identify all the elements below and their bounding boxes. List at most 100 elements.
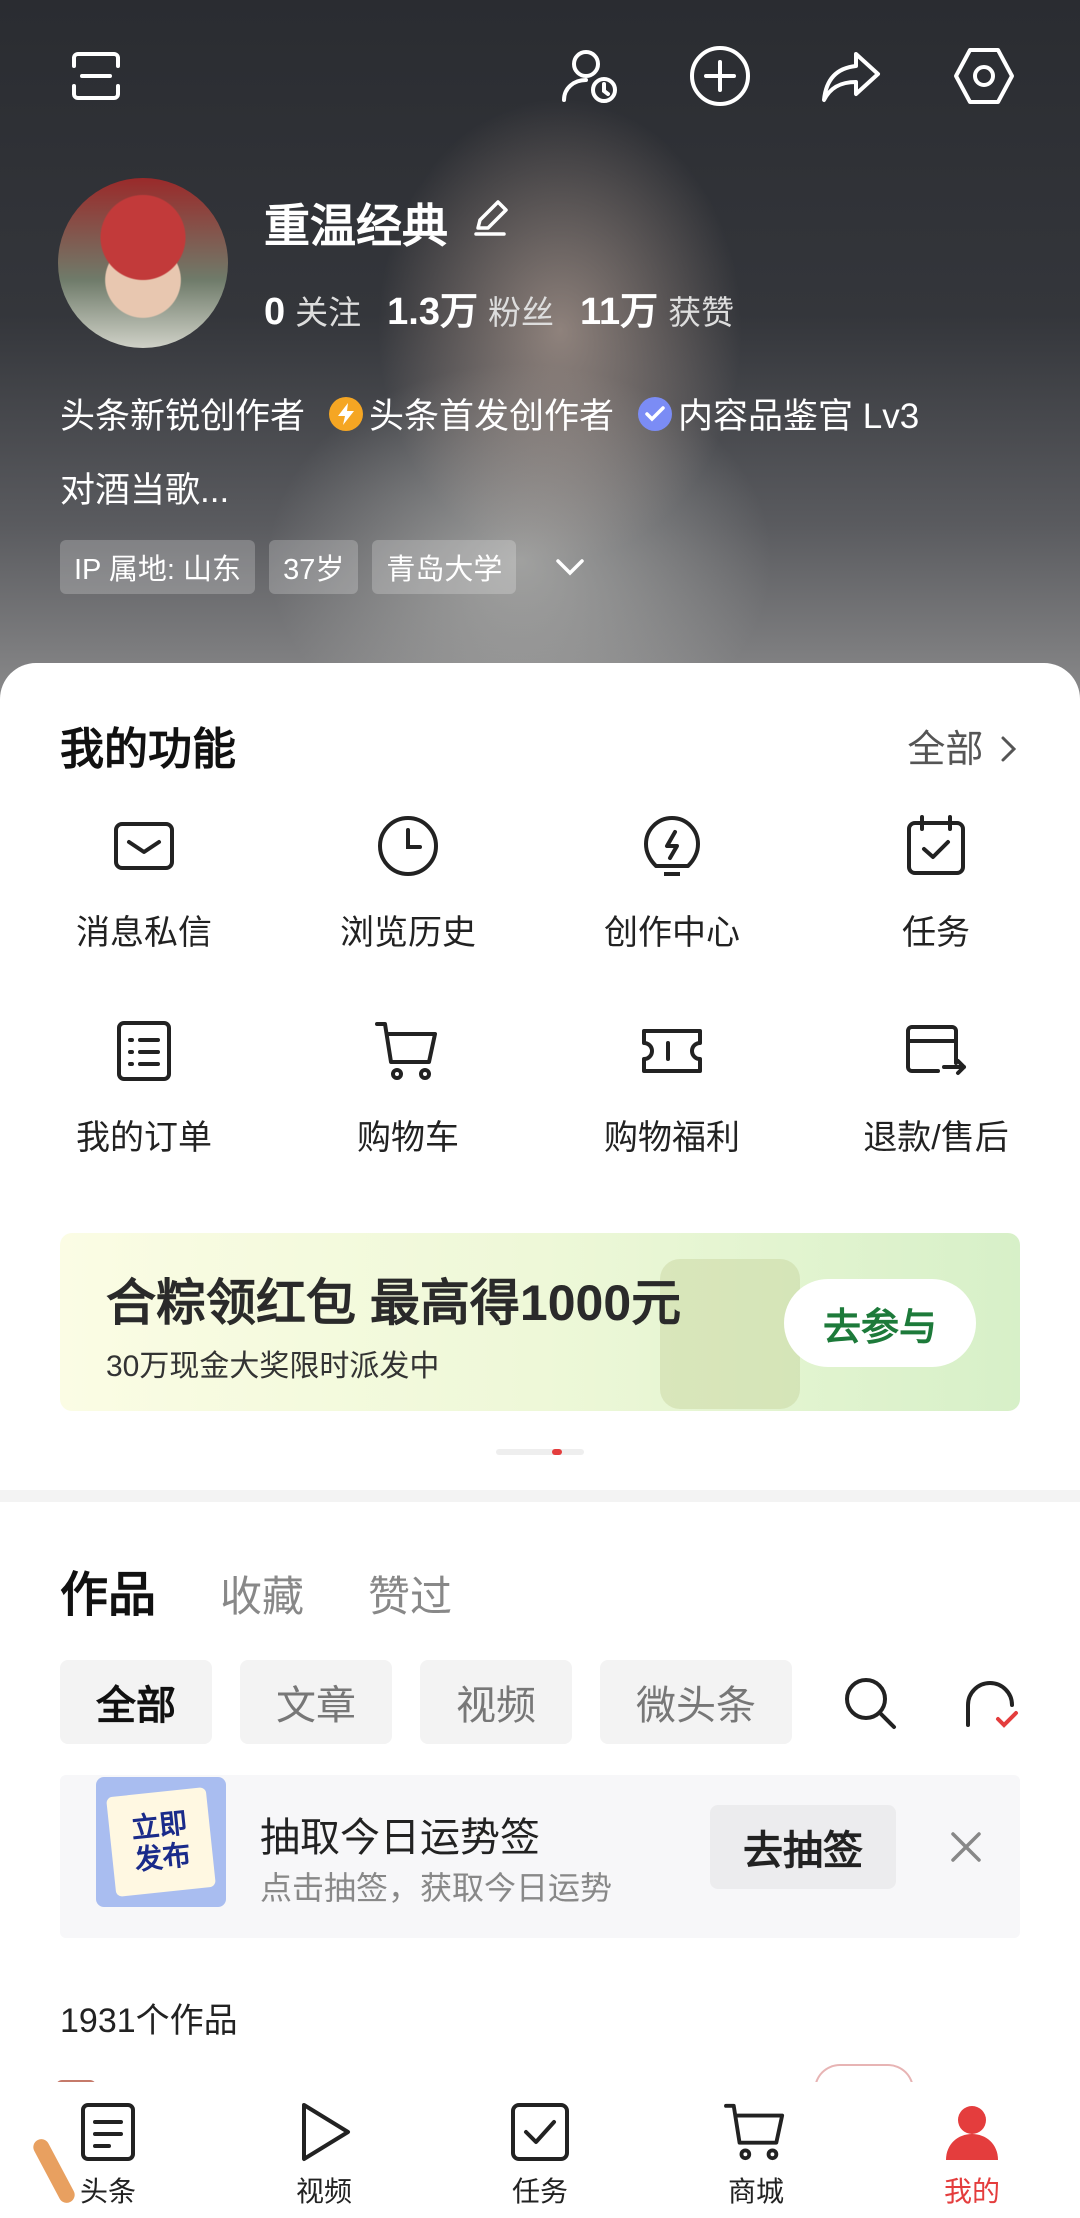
visitor-history-icon[interactable] xyxy=(554,40,626,112)
nav-label: 任务 xyxy=(511,2176,568,2207)
avatar[interactable] xyxy=(58,178,228,348)
share-icon[interactable] xyxy=(816,40,888,112)
section-divider xyxy=(0,1490,1080,1502)
function-label: 创作中心 xyxy=(604,914,740,952)
fans-label: 粉丝 xyxy=(487,294,554,331)
function-label: 购物福利 xyxy=(604,1119,740,1157)
join-button[interactable]: 去参与 xyxy=(784,1279,976,1367)
profile-stats: 0 关注 1.3万 粉丝 11万 获赞 xyxy=(264,280,760,335)
promo-subtitle: 点击抽签，获取今日运势 xyxy=(260,1870,613,1906)
creator-badges: 头条新锐创作者 头条首发创作者 内容品鉴官 Lv3 xyxy=(60,388,919,439)
likes-count[interactable]: 11万 xyxy=(580,280,658,335)
order-list-icon xyxy=(111,1018,177,1084)
works-count: 1931个作品 xyxy=(60,2002,238,2040)
function-label: 消息私信 xyxy=(76,914,212,952)
badge-new-creator[interactable]: 头条新锐创作者 xyxy=(60,388,305,439)
username: 重温经典 xyxy=(264,200,448,252)
following-label: 关注 xyxy=(295,294,362,331)
nav-tasks[interactable]: 任务 xyxy=(432,2100,648,2210)
content-filters: 全部 文章 视频 微头条 xyxy=(60,1660,792,1744)
nav-label: 视频 xyxy=(295,2176,352,2207)
bottom-nav: 头条 视频 任务 商城 我的 xyxy=(0,2082,1080,2218)
add-icon[interactable] xyxy=(684,40,756,112)
function-label: 我的订单 xyxy=(76,1119,212,1157)
badge-content-reviewer[interactable]: 内容品鉴官 Lv3 xyxy=(678,388,919,439)
refund-card-icon xyxy=(903,1018,969,1084)
tag-school: 青岛大学 xyxy=(372,540,517,594)
nav-mall[interactable]: 商城 xyxy=(648,2100,864,2210)
task-check-icon xyxy=(508,2100,572,2164)
nav-video[interactable]: 视频 xyxy=(216,2100,432,2210)
filter-articles[interactable]: 文章 xyxy=(240,1660,392,1744)
functions-all-link[interactable]: 全部 xyxy=(907,718,1020,773)
function-shopping-welfare[interactable]: 购物福利 xyxy=(540,1018,804,1159)
following-count[interactable]: 0 xyxy=(264,291,285,334)
functions-title: 我的功能 xyxy=(60,725,236,774)
nav-label: 头条 xyxy=(79,2176,136,2207)
function-cart[interactable]: 购物车 xyxy=(276,1018,540,1159)
play-icon xyxy=(292,2100,356,2164)
mail-icon xyxy=(111,813,177,879)
person-icon xyxy=(940,2100,1004,2164)
draw-lot-button[interactable]: 去抽签 xyxy=(710,1805,896,1889)
banner-title: 合粽领红包 最高得1000元 xyxy=(106,1275,682,1331)
nav-headlines[interactable]: 头条 xyxy=(0,2100,216,2210)
headphones-icon[interactable] xyxy=(955,1668,1025,1738)
filter-all[interactable]: 全部 xyxy=(60,1660,212,1744)
carousel-indicator xyxy=(496,1449,584,1455)
nav-label: 商城 xyxy=(727,2176,784,2207)
badge-first-creator[interactable]: 头条首发创作者 xyxy=(369,388,614,439)
calendar-check-icon xyxy=(903,813,969,879)
nav-me[interactable]: 我的 xyxy=(864,2100,1080,2210)
search-icon[interactable] xyxy=(835,1668,905,1738)
function-creator-center[interactable]: 创作中心 xyxy=(540,813,804,954)
top-bar xyxy=(0,40,1080,112)
content-tabs: 作品 收藏 赞过 xyxy=(60,1555,452,1625)
function-orders[interactable]: 我的订单 xyxy=(12,1018,276,1159)
function-refund[interactable]: 退款/售后 xyxy=(804,1018,1068,1159)
my-functions-card: 我的功能 全部 消息私信 浏览历史 创作中心 任务 我的订单 购物车 购物福利 … xyxy=(0,663,1080,1493)
chevron-down-icon[interactable] xyxy=(554,557,586,577)
function-tasks[interactable]: 任务 xyxy=(804,813,1068,954)
tab-liked[interactable]: 赞过 xyxy=(368,1563,452,1624)
likes-label: 获赞 xyxy=(668,294,735,331)
cart-icon xyxy=(724,2100,788,2164)
publish-now-image: 立即 发布 xyxy=(96,1777,226,1907)
edit-icon[interactable] xyxy=(470,198,510,243)
banner-subtitle: 30万现金大奖限时派发中 xyxy=(106,1350,440,1383)
clock-icon xyxy=(375,813,441,879)
function-label: 退款/售后 xyxy=(863,1119,1009,1157)
profile-tags: IP 属地: 山东 37岁 青岛大学 xyxy=(60,540,586,594)
fortune-promo: 立即 发布 抽取今日运势签 点击抽签，获取今日运势 去抽签 xyxy=(60,1775,1020,1938)
promo-image-text: 发布 xyxy=(133,1839,193,1876)
coupon-icon xyxy=(639,1018,705,1084)
news-icon xyxy=(76,2100,140,2164)
filter-videos[interactable]: 视频 xyxy=(420,1660,572,1744)
tag-age: 37岁 xyxy=(269,540,359,594)
verified-badge-icon xyxy=(638,396,673,431)
tab-works[interactable]: 作品 xyxy=(60,1555,156,1625)
lightbulb-icon xyxy=(639,813,705,879)
function-messages[interactable]: 消息私信 xyxy=(12,813,276,954)
nav-label: 我的 xyxy=(943,2176,1000,2207)
function-history[interactable]: 浏览历史 xyxy=(276,813,540,954)
cart-icon xyxy=(375,1018,441,1084)
filter-micro-posts[interactable]: 微头条 xyxy=(600,1660,792,1744)
profile-page: 重温经典 0 关注 1.3万 粉丝 11万 获赞 头条新锐创作者 头条首发创作者… xyxy=(0,0,1080,2218)
bio-text[interactable]: 对酒当歌... xyxy=(60,462,229,513)
close-icon[interactable] xyxy=(936,1817,996,1877)
settings-icon[interactable] xyxy=(948,40,1020,112)
promo-banner[interactable]: 合粽领红包 最高得1000元 30万现金大奖限时派发中 去参与 xyxy=(60,1233,1020,1411)
tab-favorites[interactable]: 收藏 xyxy=(220,1563,304,1624)
fans-count[interactable]: 1.3万 xyxy=(387,280,478,335)
all-label: 全部 xyxy=(907,729,984,771)
scan-icon[interactable] xyxy=(60,40,132,112)
lightning-badge-icon xyxy=(329,396,364,431)
tag-ip-location: IP 属地: 山东 xyxy=(60,540,256,594)
function-label: 任务 xyxy=(902,914,970,952)
function-label: 浏览历史 xyxy=(340,914,476,952)
function-label: 购物车 xyxy=(357,1119,459,1157)
profile-header: 重温经典 0 关注 1.3万 粉丝 11万 获赞 头条新锐创作者 头条首发创作者… xyxy=(0,0,1080,700)
promo-title: 抽取今日运势签 xyxy=(260,1816,540,1860)
chevron-right-icon xyxy=(1001,736,1017,762)
